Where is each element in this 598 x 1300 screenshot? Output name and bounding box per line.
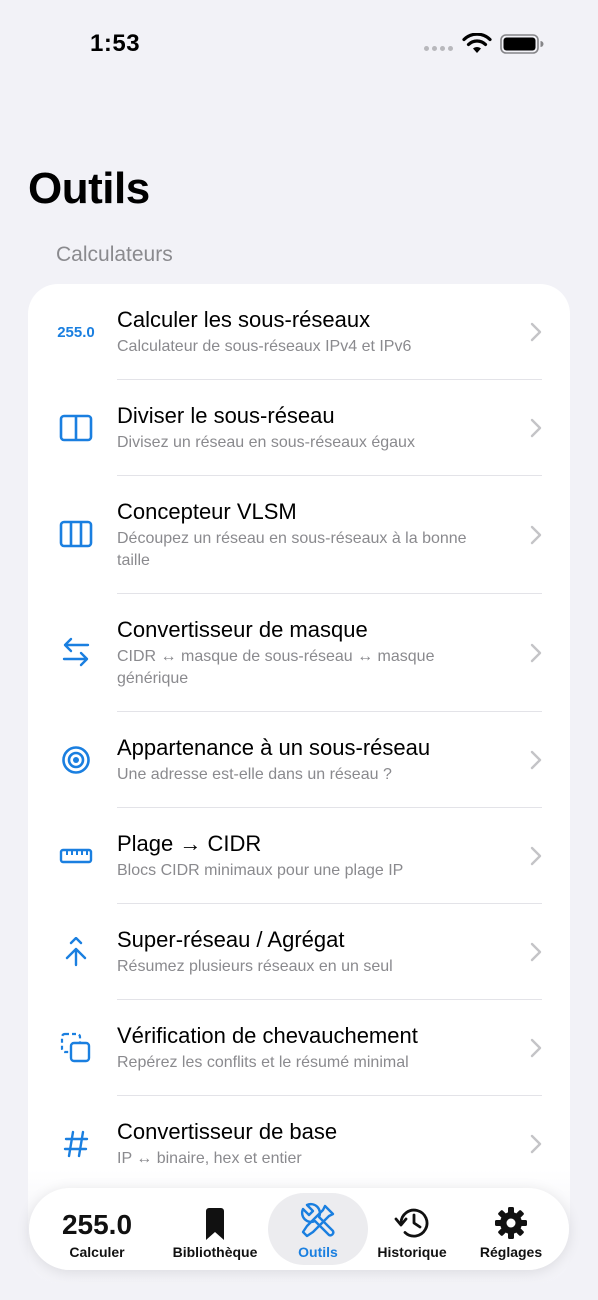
tool-subtitle: Découpez un réseau en sous-réseaux à la … [117,530,467,569]
chevron-right-icon [530,322,542,342]
tool-subtitle: Une adresse est-elle dans un réseau ? [117,766,392,783]
subnet-calc-icon: 255.0 [57,323,95,341]
target-icon [54,738,98,782]
tool-title: Convertisseur de masque [117,617,368,642]
gear-icon [495,1207,527,1239]
tab-bibliotheque[interactable]: Bibliothèque [167,1188,263,1270]
tab-reglages[interactable]: Réglages [473,1188,549,1270]
hash-icon [54,1122,98,1166]
chevron-right-icon [530,1134,542,1154]
overlap-icon [54,1026,98,1070]
status-time: 1:53 [90,30,141,57]
chevron-right-icon [530,1038,542,1058]
tab-outils[interactable]: Outils [268,1193,368,1265]
tool-title: Calculer les sous-réseaux [117,307,371,332]
tab-label: Bibliothèque [172,1244,258,1260]
tab-calculer[interactable]: 255.0 Calculer [57,1188,137,1270]
tool-title: Diviser le sous-réseau [117,403,335,428]
tools-icon [300,1202,335,1238]
chevron-right-icon [530,418,542,438]
split-two-icon [54,406,98,450]
battery-icon [500,34,544,54]
tool-subtitle: CIDR ↔ masque de sous-réseau ↔ masque gé… [117,648,435,687]
tool-row-overlap-check[interactable]: Vérification de chevauchement Repérez le… [28,1000,570,1096]
tool-row-mask-converter[interactable]: Convertisseur de masque CIDR ↔ masque de… [28,594,570,712]
ruler-icon [54,834,98,878]
section-header: Calculateurs [56,243,173,266]
tab-label: Historique [377,1244,447,1260]
tab-bar: 255.0 Calculer Bibliothèque Outils Histo… [29,1188,569,1270]
tool-subtitle: Calculateur de sous-réseaux IPv4 et IPv6 [117,338,412,355]
tool-title: Vérification de chevauchement [117,1023,418,1048]
tool-subtitle: Repérez les conflits et le résumé minima… [117,1054,409,1071]
tool-row-split-subnet[interactable]: Diviser le sous-réseau Divisez un réseau… [28,380,570,476]
tab-label: Réglages [479,1244,543,1260]
tool-row-subnet-membership[interactable]: Appartenance à un sous-réseau Une adress… [28,712,570,808]
tab-label: Outils [298,1244,338,1260]
tool-title: Appartenance à un sous-réseau [117,735,431,760]
tool-title: Plage → CIDR [117,831,262,856]
tool-row-range-to-cidr[interactable]: Plage → CIDR Blocs CIDR minimaux pour un… [28,808,570,904]
merge-icon [54,930,98,974]
tool-title: Super-réseau / Agrégat [117,927,345,952]
chevron-right-icon [530,846,542,866]
tool-title: Convertisseur de base [117,1119,338,1144]
chevron-right-icon [530,942,542,962]
tool-subtitle: Blocs CIDR minimaux pour une plage IP [117,862,404,879]
chevron-right-icon [530,750,542,770]
tool-title: Concepteur VLSM [117,499,297,524]
tab-historique[interactable]: Historique [373,1188,451,1270]
tool-subtitle: Divisez un réseau en sous-réseaux égaux [117,434,415,451]
tool-subtitle: IP ↔ binaire, hex et entier [117,1150,302,1167]
arrows-swap-icon [54,630,98,674]
split-three-icon [54,512,98,556]
cellular-signal-icon [424,46,453,51]
tool-row-supernet[interactable]: Super-réseau / Agrégat Résumez plusieurs… [28,904,570,1000]
status-bar: 1:53 [0,0,598,90]
tool-row-vlsm-designer[interactable]: Concepteur VLSM Découpez un réseau en so… [28,476,570,594]
wifi-icon [462,33,492,53]
tools-list: 255.0 Calculer les sous-réseaux Calculat… [28,284,570,1284]
chevron-right-icon [530,643,542,663]
tool-subtitle: Résumez plusieurs réseaux en un seul [117,958,393,975]
calculator-number-icon: 255.0 [61,1209,133,1240]
page-title: Outils [28,164,150,213]
bookmark-icon [206,1208,224,1240]
history-icon [394,1208,429,1238]
chevron-right-icon [530,525,542,545]
tool-row-subnet-calculator[interactable]: 255.0 Calculer les sous-réseaux Calculat… [28,284,570,380]
tab-label: Calculer [69,1244,125,1260]
